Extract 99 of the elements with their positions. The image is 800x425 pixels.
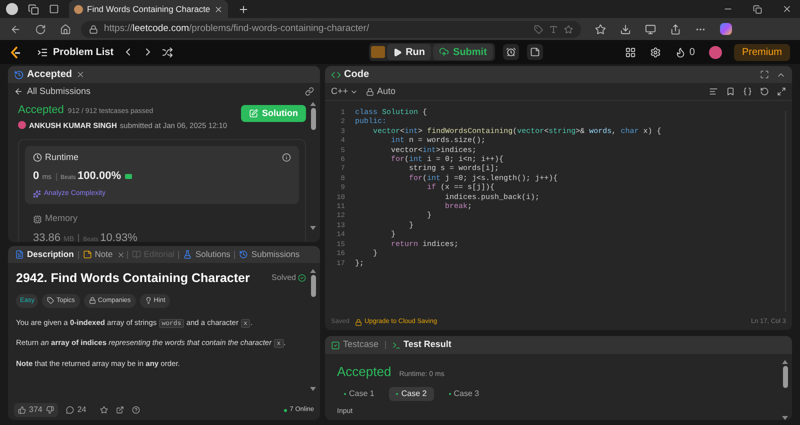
reset-icon[interactable]	[760, 87, 769, 96]
lightbulb-icon	[144, 297, 152, 304]
code-tab[interactable]: Code	[331, 67, 369, 82]
history-icon	[239, 250, 248, 259]
language-select[interactable]: C++	[331, 84, 358, 98]
expand-icon[interactable]	[777, 87, 786, 96]
scrollbar	[782, 360, 788, 420]
maximize-icon[interactable]	[760, 70, 769, 79]
tag-icon	[47, 297, 54, 304]
reload-icon[interactable]	[35, 24, 46, 34]
star-icon[interactable]	[564, 24, 573, 34]
author-avatar	[18, 121, 26, 130]
submission-tab[interactable]: Accepted	[14, 67, 72, 82]
checkbox-icon	[331, 340, 340, 350]
avatar[interactable]	[708, 46, 722, 58]
panel-tab[interactable]: Note	[80, 248, 115, 261]
flask-icon	[183, 250, 192, 259]
back-icon	[14, 87, 23, 96]
new-tab-icon[interactable]	[238, 4, 250, 14]
braces-icon[interactable]	[743, 87, 752, 96]
assistant-icon[interactable]	[720, 23, 732, 35]
thumbs-up-icon	[18, 406, 26, 414]
case-tab[interactable]: Case 1	[337, 386, 382, 400]
back-icon[interactable]	[10, 24, 21, 34]
info-icon[interactable]	[282, 153, 291, 162]
panel-tab[interactable]: Test Result	[392, 338, 452, 352]
restore-icon[interactable]	[753, 4, 762, 14]
all-submissions-link[interactable]: All Submissions	[14, 84, 91, 98]
browser-tab[interactable]: Find Words Containing Characte	[69, 0, 228, 18]
favorites-icon[interactable]	[595, 24, 606, 34]
help-icon[interactable]	[132, 406, 140, 414]
terminal-icon	[392, 340, 401, 350]
lock-icon	[366, 88, 374, 96]
panel-tab[interactable]: Submissions	[237, 248, 302, 261]
close-icon[interactable]	[214, 4, 224, 14]
problem-title: 2942. Find Words Containing Character	[16, 270, 251, 287]
play-icon	[392, 48, 402, 56]
document-icon	[15, 250, 24, 259]
case-tab[interactable]: Case 3	[442, 386, 486, 400]
share-icon[interactable]	[116, 406, 124, 414]
panel-tab[interactable]: Testcase	[331, 338, 379, 352]
timer-button[interactable]	[502, 44, 519, 60]
submit-button[interactable]: Submit	[433, 44, 493, 60]
alarm-clock-icon	[506, 47, 516, 57]
home-icon[interactable]	[60, 24, 71, 34]
share-icon[interactable]	[670, 24, 681, 34]
tab-actions-icon[interactable]	[49, 4, 59, 14]
case-tab[interactable]: Case 2	[389, 386, 434, 400]
settings-icon[interactable]	[650, 46, 662, 58]
close-icon[interactable]	[782, 4, 792, 14]
auto-mode: Auto	[366, 84, 396, 98]
clock-icon	[33, 153, 42, 162]
sparkles-icon	[33, 190, 41, 198]
panel-tab[interactable]: Description	[13, 248, 76, 261]
link-icon[interactable]	[305, 87, 314, 96]
workspaces-icon[interactable]	[28, 4, 39, 14]
chip-icon	[33, 214, 42, 224]
tag-icon[interactable]	[534, 24, 543, 34]
dislike-icon[interactable]	[46, 406, 54, 414]
read-aloud-icon[interactable]	[549, 24, 558, 34]
comments-button[interactable]: 24	[66, 404, 86, 416]
logo-icon[interactable]	[10, 46, 21, 58]
bookmark-icon[interactable]	[726, 87, 735, 96]
favicon-icon	[74, 4, 83, 14]
memory-label: Memory	[33, 212, 291, 226]
download-icon[interactable]	[620, 24, 631, 34]
lock-icon	[355, 318, 362, 326]
comment-icon	[66, 406, 74, 414]
shuffle-icon[interactable]	[162, 46, 173, 58]
close-icon[interactable]	[76, 70, 86, 79]
badge-icon	[124, 174, 132, 179]
book-icon	[132, 250, 141, 259]
format-icon[interactable]	[709, 87, 718, 96]
cloud-upload-icon	[439, 47, 450, 57]
solved-status: Solved	[272, 272, 306, 284]
note-icon	[82, 250, 92, 259]
notes-button[interactable]	[526, 44, 543, 60]
code-icon	[331, 70, 341, 80]
status-text: Accepted	[18, 103, 64, 118]
note-icon	[530, 47, 540, 57]
check-circle-icon	[298, 274, 306, 282]
lock-icon[interactable]	[89, 24, 98, 34]
history-icon	[14, 70, 24, 80]
problem-list-button[interactable]: Problem List	[37, 44, 114, 60]
premium-button[interactable]: Premium	[734, 44, 790, 60]
run-button[interactable]: Run	[386, 44, 432, 60]
close-icon[interactable]	[116, 250, 125, 258]
result-status: Accepted	[337, 363, 392, 381]
panel-tab[interactable]: Solutions	[181, 248, 232, 261]
favorite-icon[interactable]	[100, 406, 108, 414]
list-icon	[37, 46, 48, 58]
edit-icon	[249, 109, 258, 118]
layout-icon[interactable]	[625, 46, 636, 58]
runtime-label: Runtime	[33, 150, 79, 164]
streak-counter[interactable]: 0	[675, 44, 695, 60]
lock-icon	[88, 297, 96, 304]
flame-icon	[675, 46, 686, 58]
profile-avatar[interactable]	[6, 3, 18, 15]
screen-icon[interactable]	[645, 24, 656, 34]
